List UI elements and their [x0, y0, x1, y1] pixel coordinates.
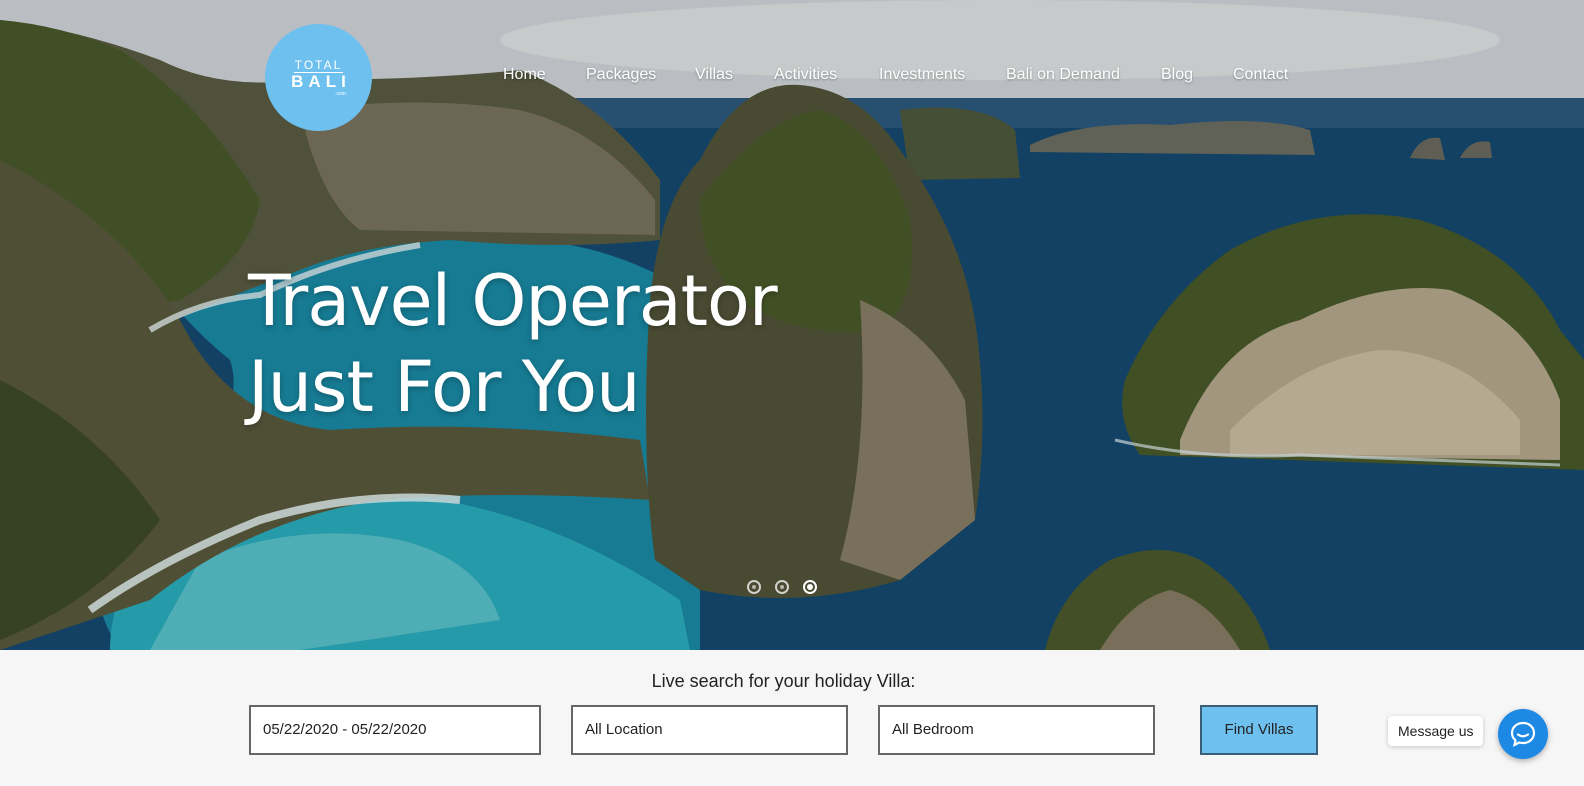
- slider-dot-2[interactable]: [775, 580, 789, 594]
- nav-item-contact[interactable]: Contact: [1233, 66, 1288, 84]
- message-us-label[interactable]: Message us: [1388, 716, 1484, 746]
- hero-banner: TOTAL BALI .com Home Packages Villas Act…: [0, 0, 1584, 650]
- nav-item-packages[interactable]: Packages: [586, 66, 656, 84]
- hero-overlay: [0, 0, 1584, 650]
- hero-headline-line1: Travel Operator: [248, 260, 778, 342]
- chat-bubble-icon: [1510, 721, 1536, 748]
- main-nav: Home Packages Villas Activities Investme…: [0, 66, 1584, 90]
- bedroom-select[interactable]: All Bedroom: [878, 705, 1155, 755]
- nav-item-investments[interactable]: Investments: [879, 66, 965, 84]
- nav-item-bali-on-demand[interactable]: Bali on Demand: [1006, 66, 1120, 84]
- slider-dot-3[interactable]: [803, 580, 817, 594]
- hero-headline: Travel Operator Just For You: [248, 258, 778, 430]
- nav-item-villas[interactable]: Villas: [695, 66, 733, 84]
- date-range-input[interactable]: 05/22/2020 - 05/22/2020: [249, 705, 541, 755]
- nav-item-blog[interactable]: Blog: [1161, 66, 1193, 84]
- hero-headline-line2: Just For You: [248, 346, 640, 428]
- search-heading: Live search for your holiday Villa:: [651, 671, 916, 691]
- slider-dot-1[interactable]: [747, 580, 761, 594]
- logo-text-domain: .com: [335, 90, 346, 97]
- find-villas-button[interactable]: Find Villas: [1200, 705, 1318, 755]
- nav-item-activities[interactable]: Activities: [774, 66, 837, 84]
- location-select[interactable]: All Location: [571, 705, 848, 755]
- nav-item-home[interactable]: Home: [503, 66, 546, 84]
- chat-button[interactable]: [1498, 709, 1548, 759]
